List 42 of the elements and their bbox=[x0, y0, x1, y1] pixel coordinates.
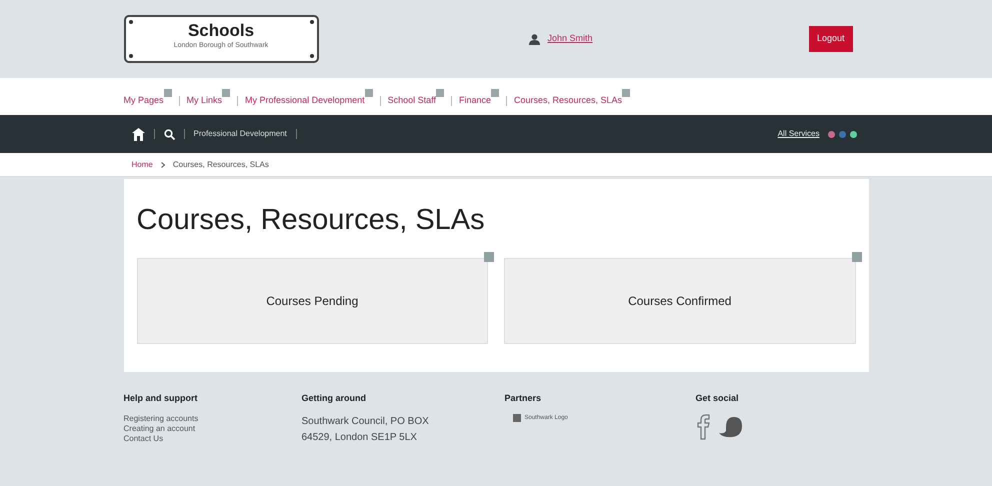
user-name-link[interactable]: John Smith bbox=[548, 32, 593, 46]
image-placeholder-icon bbox=[164, 88, 172, 96]
image-placeholder-icon bbox=[512, 414, 520, 422]
image-placeholder-icon bbox=[491, 88, 500, 96]
image-placeholder-icon bbox=[222, 88, 230, 96]
footer-link[interactable]: Contact Us bbox=[124, 434, 302, 444]
tile-card[interactable]: Courses Pending bbox=[136, 258, 488, 344]
footer-heading: Partners bbox=[504, 392, 542, 405]
nav-link[interactable]: Professional Development bbox=[194, 128, 287, 140]
tile-card[interactable]: Courses Confirmed bbox=[504, 258, 856, 344]
facebook-icon[interactable] bbox=[696, 414, 710, 440]
breadcrumb-current: Courses, Resources, SLAs bbox=[172, 158, 269, 170]
logo-title: Schools bbox=[186, 21, 256, 41]
tile-label: Courses Pending bbox=[266, 292, 358, 310]
address-line: Southwark Council, PO BOX bbox=[302, 414, 430, 428]
breadcrumb-link[interactable]: Home bbox=[132, 158, 153, 170]
search-icon[interactable] bbox=[164, 128, 174, 140]
bird-icon[interactable] bbox=[718, 414, 744, 438]
footer-heading: Getting around bbox=[302, 392, 367, 405]
image-placeholder-icon bbox=[622, 88, 630, 96]
user-icon bbox=[528, 34, 540, 44]
chevron-icon bbox=[160, 162, 165, 168]
menu-link[interactable]: School Staff bbox=[388, 86, 436, 108]
footer-link[interactable]: Creating an account bbox=[124, 424, 302, 434]
footer-link[interactable]: Registering accounts bbox=[124, 414, 302, 424]
menu-link[interactable]: My Links bbox=[186, 86, 222, 108]
all-services-link[interactable]: All Services bbox=[778, 128, 820, 140]
menu-link[interactable]: My Pages bbox=[124, 86, 164, 108]
menu-link[interactable]: My Professional Development bbox=[245, 86, 365, 108]
footer-heading: Get social bbox=[696, 392, 740, 405]
home-icon[interactable] bbox=[132, 128, 144, 140]
image-placeholder-icon bbox=[436, 88, 444, 96]
footer-heading: Help and support bbox=[124, 392, 198, 405]
logout-button[interactable]: Logout bbox=[808, 26, 852, 52]
page-title: Courses, Resources, SLAs bbox=[136, 203, 486, 238]
address-line: 64529, London SE1P 5LX bbox=[302, 430, 418, 444]
menu-link[interactable]: Courses, Resources, SLAs bbox=[514, 86, 622, 108]
menu-link[interactable]: Finance bbox=[458, 86, 492, 108]
image-placeholder-icon bbox=[484, 252, 494, 262]
tile-label: Courses Confirmed bbox=[628, 292, 732, 310]
image-placeholder-icon bbox=[364, 88, 373, 96]
image-placeholder-icon bbox=[852, 252, 862, 262]
